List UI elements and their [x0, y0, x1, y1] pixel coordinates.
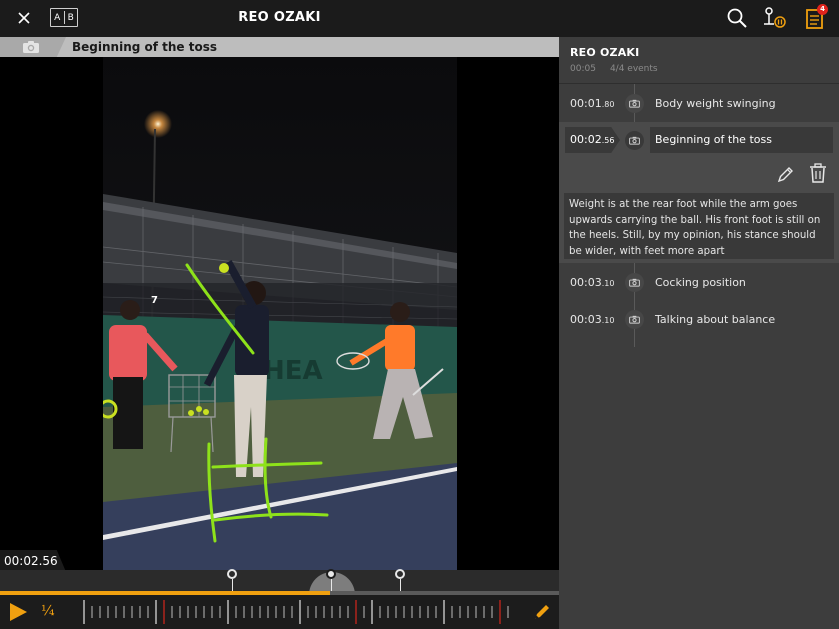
shirt-number: 7	[151, 295, 158, 306]
event-time: 00:03.10	[570, 276, 615, 289]
event-marker-active[interactable]	[326, 569, 336, 579]
play-icon[interactable]	[8, 602, 28, 622]
event-time: 00:03.10	[570, 313, 615, 326]
event-label: Body weight swinging	[655, 97, 776, 110]
pencil-icon[interactable]	[777, 165, 795, 183]
event-item[interactable]: 00:03.10 Talking about balance	[559, 302, 839, 338]
notification-badge: 4	[817, 4, 828, 15]
event-marker[interactable]	[395, 569, 405, 579]
session-duration: 00:05	[570, 64, 596, 74]
panel-topbar: 4	[559, 0, 839, 37]
frame-ruler[interactable]	[80, 599, 520, 625]
camera-icon	[625, 131, 644, 150]
event-time: 00:02.56	[565, 127, 620, 153]
player-pause-icon[interactable]	[762, 7, 788, 29]
event-title-field[interactable]: Beginning of the toss	[650, 127, 833, 153]
events-count: 4/4 events	[609, 64, 658, 74]
event-time: 00:01.80	[570, 97, 615, 110]
playback-speed-button[interactable]: ¼	[41, 603, 55, 619]
video-player: A B REO OZAKI Beginning of the toss HEA …	[0, 0, 559, 629]
camera-icon	[625, 310, 644, 329]
event-marker[interactable]	[227, 569, 237, 579]
athlete-name: REO OZAKI	[570, 46, 640, 59]
events-panel: 4 REO OZAKI 00:05 4/4 events 00:01.80 Bod…	[559, 0, 839, 629]
timeline-scrubber[interactable]	[0, 569, 559, 618]
svg-text:HEA: HEA	[263, 356, 323, 386]
camera-icon	[23, 41, 39, 53]
event-item[interactable]: 00:01.80 Body weight swinging	[559, 86, 839, 122]
caption-camera-tab	[0, 37, 66, 57]
event-caption: Beginning of the toss	[72, 40, 218, 54]
current-time: 00:02.56	[0, 550, 66, 572]
video-title: REO OZAKI	[238, 10, 321, 25]
panel-header: REO OZAKI 00:05 4/4 events	[570, 46, 658, 74]
video-frame[interactable]: HEA 7	[103, 57, 457, 570]
camera-icon	[625, 273, 644, 292]
trash-icon[interactable]	[809, 163, 827, 183]
event-item-selected[interactable]: 00:02.56 Beginning of the toss Weight is…	[559, 122, 839, 263]
search-icon[interactable]	[726, 7, 748, 29]
event-label: Cocking position	[655, 276, 746, 289]
camera-icon	[625, 94, 644, 113]
event-label: Talking about balance	[655, 313, 776, 326]
player-topbar: A B REO OZAKI	[0, 0, 559, 37]
session-meta: 00:05 4/4 events	[570, 64, 658, 74]
event-item[interactable]: 00:03.10 Cocking position	[559, 265, 839, 301]
floodlight	[144, 110, 172, 138]
event-note[interactable]: Weight is at the rear foot while the arm…	[564, 193, 834, 259]
pencil-icon[interactable]	[532, 602, 552, 622]
player-controls: ¼	[0, 595, 559, 629]
event-caption-bar: Beginning of the toss	[0, 37, 559, 57]
